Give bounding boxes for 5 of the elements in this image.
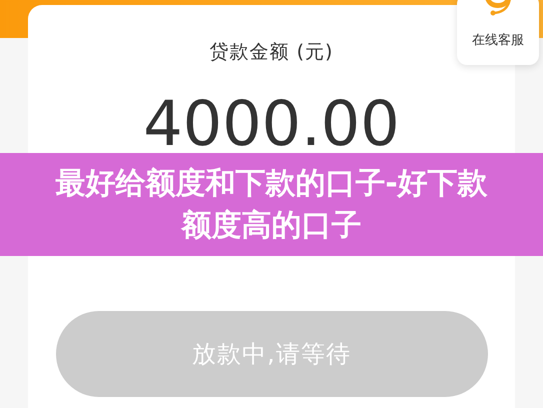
loan-amount-label: 贷款金额 (元): [210, 40, 334, 65]
loan-amount: 4000.00: [143, 93, 400, 155]
customer-service-label: 在线客服: [472, 32, 524, 49]
banner-title: 最好给额度和下款的口子-好下款额度高的口子: [54, 164, 489, 244]
customer-service-button[interactable]: 在线客服: [457, 0, 539, 65]
